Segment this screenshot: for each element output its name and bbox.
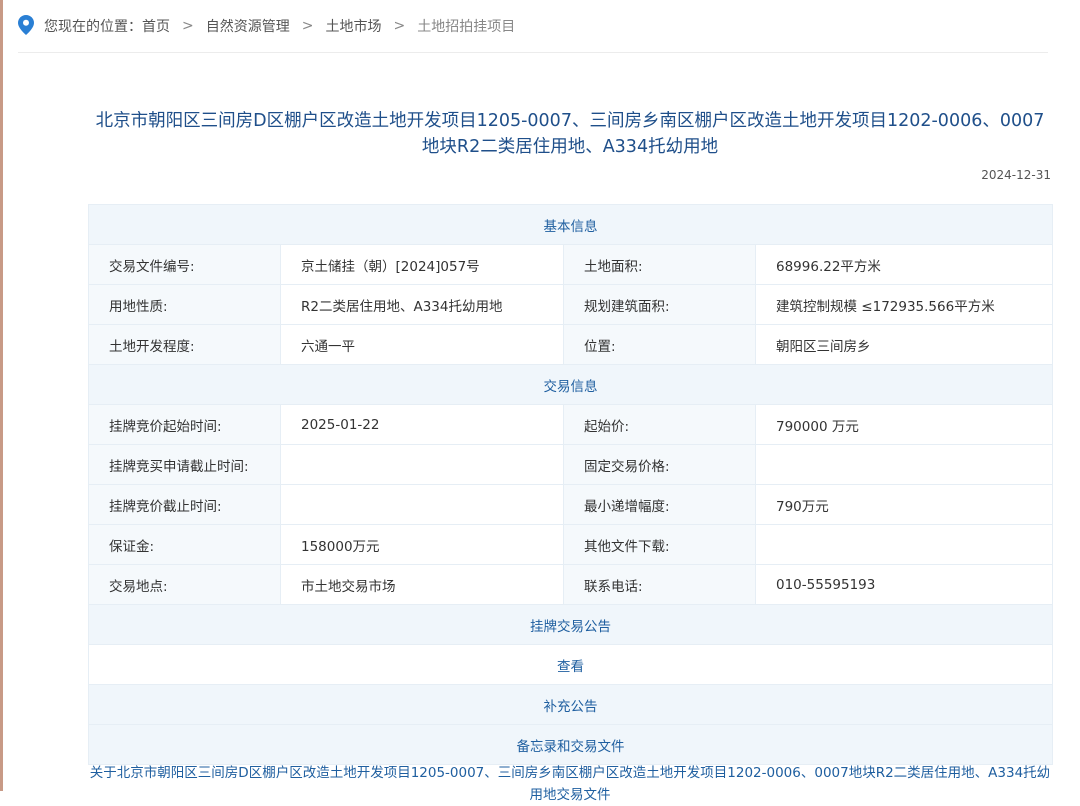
breadcrumb-prefix: 您现在的位置： xyxy=(44,19,142,35)
row-value: 68996.22平方米 xyxy=(755,244,1053,285)
row-label: 用地性质: xyxy=(88,284,281,325)
row-label: 其他文件下载: xyxy=(563,524,756,565)
row-label: 交易地点: xyxy=(88,564,281,605)
publish-date: 2024-12-31 xyxy=(981,168,1051,182)
row-value: 2025-01-22 xyxy=(280,404,564,445)
table-row: 用地性质: R2二类居住用地、A334托幼用地 规划建筑面积: 建筑控制规模 ≤… xyxy=(88,284,1053,325)
table-row: 交易地点: 市土地交易市场 联系电话: 010-55595193 xyxy=(88,564,1053,605)
row-value: 京土储挂（朝）[2024]057号 xyxy=(280,244,564,285)
row-label: 土地开发程度: xyxy=(88,324,281,365)
breadcrumb-separator-icon: > xyxy=(182,18,194,34)
table-row: 交易文件编号: 京土储挂（朝）[2024]057号 土地面积: 68996.22… xyxy=(88,244,1053,285)
row-label: 规划建筑面积: xyxy=(563,284,756,325)
row-value xyxy=(280,444,564,485)
row-label: 保证金: xyxy=(88,524,281,565)
breadcrumb-current: 土地招拍挂项目 xyxy=(417,19,516,35)
row-label: 位置: xyxy=(563,324,756,365)
trade-document-link[interactable]: 关于北京市朝阳区三间房D区棚户区改造土地开发项目1205-0007、三间房乡南区… xyxy=(88,762,1052,806)
section-title-notice: 挂牌交易公告 xyxy=(88,604,1053,645)
view-notice-row: 查看 xyxy=(88,644,1053,685)
row-value xyxy=(755,444,1053,485)
section-title-basic: 基本信息 xyxy=(88,204,1053,245)
row-label: 挂牌竞价截止时间: xyxy=(88,484,281,525)
row-value: 790000 万元 xyxy=(755,404,1053,445)
section-title-supplement: 补充公告 xyxy=(88,684,1053,725)
breadcrumb-separator-icon: > xyxy=(393,18,406,34)
row-label: 交易文件编号: xyxy=(88,244,281,285)
location-pin-icon xyxy=(18,15,34,35)
table-row: 土地开发程度: 六通一平 位置: 朝阳区三间房乡 xyxy=(88,324,1053,365)
row-label: 联系电话: xyxy=(563,564,756,605)
row-value: 六通一平 xyxy=(280,324,564,365)
row-label: 起始价: xyxy=(563,404,756,445)
row-value: 朝阳区三间房乡 xyxy=(755,324,1053,365)
section-header-basic: 基本信息 xyxy=(88,204,1053,245)
breadcrumb: 您现在的位置： 首页 > 自然资源管理 > 土地市场 > 土地招拍挂项目 xyxy=(18,0,1048,53)
section-header-supplement: 补充公告 xyxy=(88,684,1053,725)
row-value: 建筑控制规模 ≤172935.566平方米 xyxy=(755,284,1053,325)
row-value xyxy=(280,484,564,525)
row-value: R2二类居住用地、A334托幼用地 xyxy=(280,284,564,325)
row-value[interactable] xyxy=(755,524,1053,565)
row-value: 790万元 xyxy=(755,484,1053,525)
section-title-trade: 交易信息 xyxy=(88,364,1053,405)
table-row: 挂牌竞价截止时间: 最小递增幅度: 790万元 xyxy=(88,484,1053,525)
section-header-trade: 交易信息 xyxy=(88,364,1053,405)
row-label: 挂牌竞价起始时间: xyxy=(88,404,281,445)
breadcrumb-item-home[interactable]: 首页 xyxy=(142,16,170,36)
row-value: 市土地交易市场 xyxy=(280,564,564,605)
breadcrumb-item-land-market[interactable]: 土地市场 xyxy=(325,16,381,36)
row-value: 010-55595193 xyxy=(755,564,1053,605)
table-row: 挂牌竞买申请截止时间: 固定交易价格: xyxy=(88,444,1053,485)
row-value: 158000万元 xyxy=(280,524,564,565)
row-label: 固定交易价格: xyxy=(563,444,756,485)
page-title: 北京市朝阳区三间房D区棚户区改造土地开发项目1205-0007、三间房乡南区棚户… xyxy=(95,111,1045,157)
section-header-notice: 挂牌交易公告 xyxy=(88,604,1053,645)
row-label: 挂牌竞买申请截止时间: xyxy=(88,444,281,485)
view-notice-link[interactable]: 查看 xyxy=(88,644,1053,685)
section-header-memo: 备忘录和交易文件 xyxy=(88,724,1053,765)
breadcrumb-separator-icon: > xyxy=(301,18,314,34)
row-label: 土地面积: xyxy=(563,244,756,285)
table-row: 保证金: 158000万元 其他文件下载: xyxy=(88,524,1053,565)
row-label: 最小递增幅度: xyxy=(563,484,756,525)
breadcrumb-item-natural-resources[interactable]: 自然资源管理 xyxy=(206,16,290,36)
window-left-edge xyxy=(0,0,3,791)
section-title-memo: 备忘录和交易文件 xyxy=(88,724,1053,765)
project-info-table: 基本信息 交易文件编号: 京土储挂（朝）[2024]057号 土地面积: 689… xyxy=(88,204,1053,765)
table-row: 挂牌竞价起始时间: 2025-01-22 起始价: 790000 万元 xyxy=(88,404,1053,445)
